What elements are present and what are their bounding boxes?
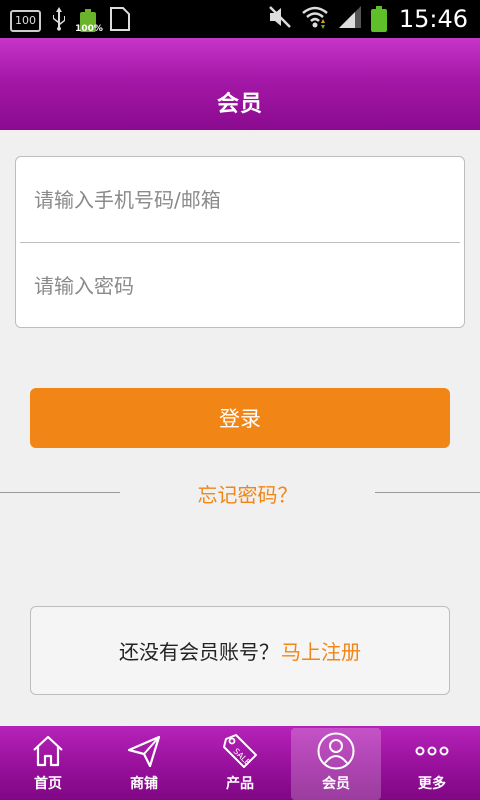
signal-icon	[337, 4, 363, 34]
notification-badge: 100	[10, 10, 41, 32]
status-left: 100 100%	[10, 6, 131, 36]
tab-label: 会员	[322, 776, 350, 792]
phone-email-input[interactable]	[16, 157, 464, 242]
mute-icon	[267, 4, 293, 34]
tab-products[interactable]: SALE 产品	[192, 726, 288, 800]
login-button[interactable]: 登录	[30, 388, 450, 448]
forgot-password-link[interactable]: 忘记密码？	[120, 479, 375, 508]
tab-member[interactable]: 会员	[288, 726, 384, 800]
sale-tag-icon: SALE	[220, 731, 260, 771]
tab-home[interactable]: 首页	[0, 726, 96, 800]
divider-right	[375, 492, 480, 493]
home-icon	[30, 731, 66, 771]
app-header: 会员	[0, 38, 480, 130]
user-icon	[316, 731, 356, 771]
register-box: 还没有会员账号？ 马上注册	[30, 606, 450, 695]
tab-label: 商铺	[130, 776, 158, 792]
status-bar: 100 100% 15:46	[0, 0, 480, 38]
tab-shops[interactable]: 商铺	[96, 726, 192, 800]
register-link[interactable]: 马上注册	[281, 636, 361, 665]
register-prompt: 还没有会员账号？	[119, 640, 279, 664]
status-right: 15:46	[267, 4, 468, 34]
more-icon	[412, 731, 452, 771]
tab-bar: 首页 商铺 SALE 产品 会员 更多	[0, 726, 480, 800]
password-input[interactable]	[16, 243, 464, 328]
divider-left	[0, 492, 120, 493]
tab-label: 产品	[226, 776, 254, 792]
status-time: 15:46	[398, 5, 468, 33]
usb-icon	[51, 6, 67, 36]
sim-card-icon	[109, 6, 131, 36]
login-form	[15, 156, 465, 328]
tab-label: 首页	[34, 776, 62, 792]
page-title: 会员	[216, 92, 263, 117]
battery-full-icon: 100%	[75, 8, 103, 34]
battery-icon	[370, 6, 387, 32]
tab-label: 更多	[418, 776, 446, 792]
tab-more[interactable]: 更多	[384, 726, 480, 800]
paper-plane-icon	[126, 731, 162, 771]
wifi-icon	[301, 4, 329, 34]
